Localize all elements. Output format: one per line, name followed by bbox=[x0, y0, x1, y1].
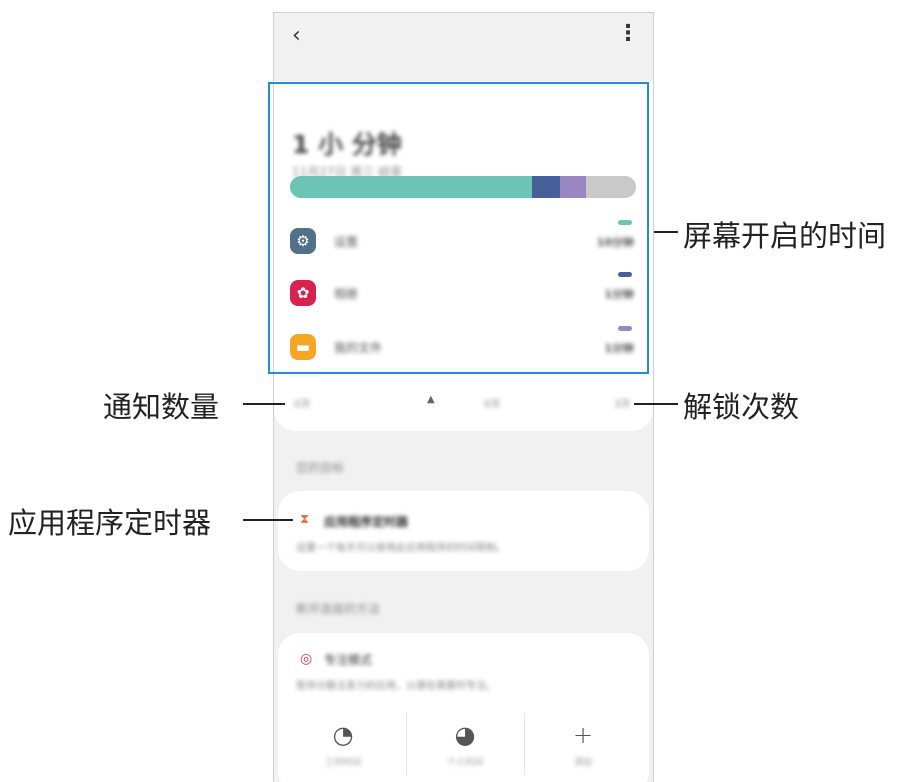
add-label: 添加 bbox=[573, 758, 592, 768]
focus-title: 专注模式 bbox=[324, 653, 373, 667]
screen-time-highlight bbox=[268, 82, 649, 374]
stat-middle: 0次 bbox=[484, 399, 501, 410]
work-mode-label: 工作时间 bbox=[324, 758, 361, 768]
add-mode-button[interactable]: + 添加 bbox=[524, 715, 642, 782]
bell-icon: ▲ bbox=[427, 394, 435, 405]
me-time-button[interactable]: ◕ 个人时间 bbox=[406, 715, 524, 782]
stats-row: 0次 ▲ 0次 3次 bbox=[274, 377, 653, 429]
screen-time-callout: 屏幕开启的时间 bbox=[683, 219, 887, 253]
disconnect-section-title: 断开连接的方法 bbox=[296, 602, 381, 616]
leader-line bbox=[243, 403, 285, 405]
hourglass-icon: ⧗ bbox=[300, 512, 310, 527]
unlock-count: 3次 bbox=[614, 399, 631, 410]
more-options-icon[interactable]: ⋮ bbox=[617, 21, 639, 46]
notifications-callout: 通知数量 bbox=[103, 390, 220, 424]
app-timer-card[interactable]: ⧗ 应用程序定时器 设置一个每天可以使用此应用程序的时间限制。 bbox=[278, 491, 649, 571]
top-bar: ‹ ⋮ bbox=[274, 13, 653, 61]
me-time-icon: ◕ bbox=[454, 721, 476, 749]
work-mode-button[interactable]: ◔ 工作时间 bbox=[284, 715, 402, 782]
app-timer-callout: 应用程序定时器 bbox=[8, 506, 212, 540]
leader-line bbox=[634, 403, 678, 405]
leader-line bbox=[243, 519, 293, 521]
focus-mode-card[interactable]: ◎ 专注模式 暂停分散注意力的应用，以便在需要时专注。 ◔ 工作时间 ◕ 个人时… bbox=[278, 633, 649, 782]
focus-target-icon: ◎ bbox=[300, 651, 313, 667]
app-timer-title: 应用程序定时器 bbox=[324, 515, 409, 529]
goals-section-title: 您的目标 bbox=[296, 461, 345, 475]
back-icon[interactable]: ‹ bbox=[292, 23, 301, 48]
leader-line bbox=[654, 231, 678, 233]
me-time-label: 个人时间 bbox=[446, 758, 483, 768]
notification-count: 0次 bbox=[294, 399, 311, 410]
plus-icon: + bbox=[572, 721, 594, 749]
unlocks-callout: 解锁次数 bbox=[683, 390, 800, 424]
focus-desc: 暂停分散注意力的应用，以便在需要时专注。 bbox=[296, 681, 496, 692]
app-timer-desc: 设置一个每天可以使用此应用程序的时间限制。 bbox=[296, 543, 506, 554]
work-mode-icon: ◔ bbox=[332, 721, 354, 749]
